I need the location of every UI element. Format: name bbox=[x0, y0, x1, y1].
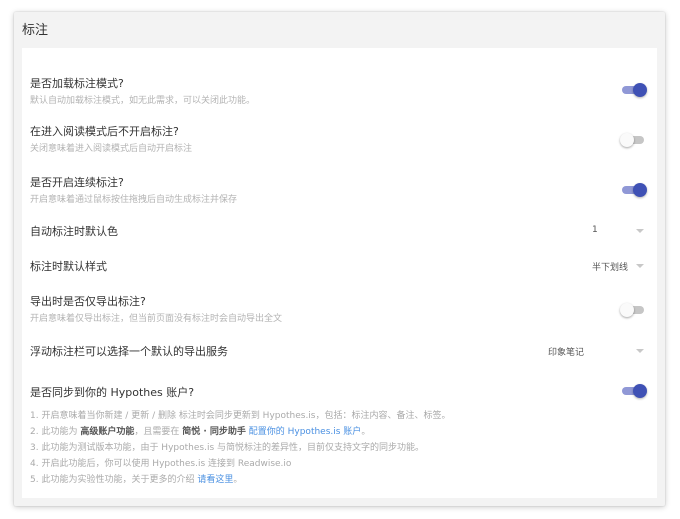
note-item: 1. 开启意味着当你新建 / 更新 / 删除 标注时会同步更新到 Hypothe… bbox=[30, 411, 451, 421]
note-bold: 高级账户功能 bbox=[80, 427, 135, 437]
toggle-knob bbox=[633, 384, 647, 398]
setting-desc: 开启意味着仅导出标注，但当前页面没有标注时会自动导出全文 bbox=[30, 314, 283, 324]
setting-no-annotation-in-read-mode: 在进入阅读模式后不开启标注? 关闭意味着进入阅读模式后自动开启标注 bbox=[30, 124, 650, 156]
setting-sync-hypothes: 是否同步到你的 Hypothes 账户? bbox=[30, 385, 650, 400]
export-annotations-only-toggle[interactable] bbox=[620, 303, 647, 317]
note-item: 3. 此功能为测试版本功能，由于 Hypothes.is 与简悦标注的差异性，目… bbox=[30, 443, 424, 453]
select-value: 印象笔记 bbox=[548, 348, 585, 358]
setting-title: 在进入阅读模式后不开启标注? bbox=[30, 125, 179, 138]
default-export-service-select[interactable]: 印象笔记 bbox=[548, 343, 644, 359]
setting-desc: 默认自动加载标注模式，如无此需求，可以关闭此功能。 bbox=[30, 96, 256, 106]
setting-title: 标注时默认样式 bbox=[30, 260, 107, 273]
toggle-knob bbox=[620, 303, 634, 317]
default-style-select[interactable]: 半下划线 bbox=[592, 258, 644, 274]
note-item: 4. 开启此功能后，你可以使用 Hypothes.is 连接到 Readwise… bbox=[30, 459, 292, 469]
note-text: 。 bbox=[233, 475, 243, 485]
note-text: 2. 此功能为 bbox=[30, 427, 81, 437]
setting-title: 是否开启连续标注? bbox=[30, 176, 124, 189]
setting-default-style: 标注时默认样式 bbox=[30, 259, 650, 274]
toggle-knob bbox=[633, 83, 647, 97]
setting-load-annotation-mode: 是否加载标注模式? 默认自动加载标注模式，如无此需求，可以关闭此功能。 bbox=[30, 76, 650, 108]
chevron-down-icon bbox=[636, 349, 644, 353]
note-text: ，且需要在 bbox=[134, 427, 183, 437]
sync-hypothes-toggle[interactable] bbox=[620, 384, 647, 398]
toggle-knob bbox=[620, 133, 634, 147]
note-item: 2. 此功能为 高级账户功能，且需要在 简悦 · 同步助手 配置你的 Hypot… bbox=[30, 424, 451, 440]
setting-title: 自动标注时默认色 bbox=[30, 225, 118, 238]
setting-export-annotations-only: 导出时是否仅导出标注? 开启意味着仅导出标注，但当前页面没有标注时会自动导出全文 bbox=[30, 294, 650, 326]
no-annotation-in-read-mode-toggle[interactable] bbox=[620, 133, 647, 147]
chevron-down-icon bbox=[636, 264, 644, 268]
window-title: 标注 bbox=[22, 23, 49, 38]
annotation-settings-panel: 是否加载标注模式? 默认自动加载标注模式，如无此需求，可以关闭此功能。 在进入阅… bbox=[22, 48, 657, 498]
setting-title: 是否同步到你的 Hypothes 账户? bbox=[30, 386, 195, 399]
hypothes-notes: 1. 开启意味着当你新建 / 更新 / 删除 标注时会同步更新到 Hypothe… bbox=[30, 408, 451, 488]
setting-title: 导出时是否仅导出标注? bbox=[30, 295, 146, 308]
select-value: 1 bbox=[592, 225, 598, 235]
setting-desc: 开启意味着通过鼠标按住拖拽后自动生成标注并保存 bbox=[30, 195, 238, 205]
select-value: 半下划线 bbox=[592, 263, 629, 273]
setting-default-color: 自动标注时默认色 bbox=[30, 224, 650, 239]
note-bold: 简悦 · 同步助手 bbox=[182, 427, 246, 437]
toggle-knob bbox=[633, 183, 647, 197]
configure-hypothes-account-link[interactable]: 配置你的 Hypothes.is 账户 bbox=[249, 427, 362, 437]
load-annotation-mode-toggle[interactable] bbox=[620, 83, 647, 97]
default-color-select[interactable]: 1 bbox=[592, 223, 644, 239]
continuous-annotation-toggle[interactable] bbox=[620, 183, 647, 197]
setting-continuous-annotation: 是否开启连续标注? 开启意味着通过鼠标按住拖拽后自动生成标注并保存 bbox=[30, 175, 650, 207]
see-here-link[interactable]: 请看这里 bbox=[197, 475, 233, 485]
note-text: 。 bbox=[361, 427, 371, 437]
chevron-down-icon bbox=[636, 229, 644, 233]
settings-window: 标注 是否加载标注模式? 默认自动加载标注模式，如无此需求，可以关闭此功能。 在… bbox=[14, 12, 665, 506]
note-text: 5. 此功能为实验性功能，关于更多的介绍 bbox=[30, 475, 198, 485]
note-item: 5. 此功能为实验性功能，关于更多的介绍 请看这里。 bbox=[30, 472, 451, 488]
setting-desc: 关闭意味着进入阅读模式后自动开启标注 bbox=[30, 144, 193, 154]
setting-title: 是否加载标注模式? bbox=[30, 77, 124, 90]
